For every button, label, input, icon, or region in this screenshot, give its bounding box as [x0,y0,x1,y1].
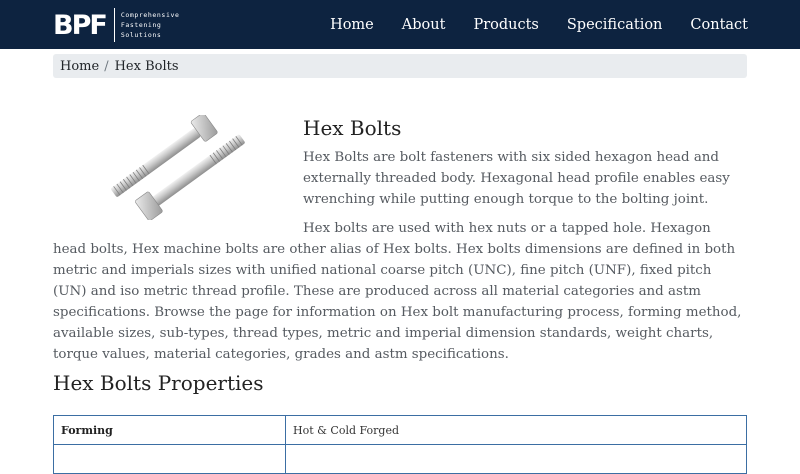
logo-mark: BPF [53,9,108,41]
nav-home-link[interactable]: Home [330,17,374,33]
table-row [53,444,747,474]
breadcrumb-home-link[interactable]: Home [60,59,99,74]
nav-about-link[interactable]: About [402,17,446,33]
properties-heading: Hex Bolts Properties [53,371,264,395]
table-row: Forming Hot & Cold Forged [53,415,747,445]
breadcrumb: Home / Hex Bolts [53,54,747,78]
logo-tagline: Comprehensive Fastening Solutions [120,11,180,39]
nav-products-link[interactable]: Products [473,17,538,33]
hex-bolts-image [111,115,245,220]
logo-divider [113,8,115,42]
breadcrumb-current: Hex Bolts [114,58,179,74]
nav-contact-link[interactable]: Contact [690,17,748,33]
detail-paragraph: Hex bolts are used with hex nuts or a ta… [53,221,742,362]
brand-logo[interactable]: BPF Comprehensive Fastening Solutions [53,8,180,42]
nav-specification-link[interactable]: Specification [567,17,663,33]
breadcrumb-separator: / [104,58,109,74]
properties-table: Forming Hot & Cold Forged [53,415,747,474]
property-value: Hot & Cold Forged [285,415,747,445]
main-nav: Home About Products Specification Contac… [302,0,748,49]
property-key [53,444,286,474]
detail-section: Hex bolts are used with hex nuts or a ta… [53,218,747,365]
page-title: Hex Bolts [303,116,402,140]
property-value [285,444,747,474]
property-key: Forming [53,415,286,445]
intro-paragraph: Hex Bolts are bolt fasteners with six si… [303,150,730,207]
top-navbar: BPF Comprehensive Fastening Solutions Ho… [0,0,800,49]
